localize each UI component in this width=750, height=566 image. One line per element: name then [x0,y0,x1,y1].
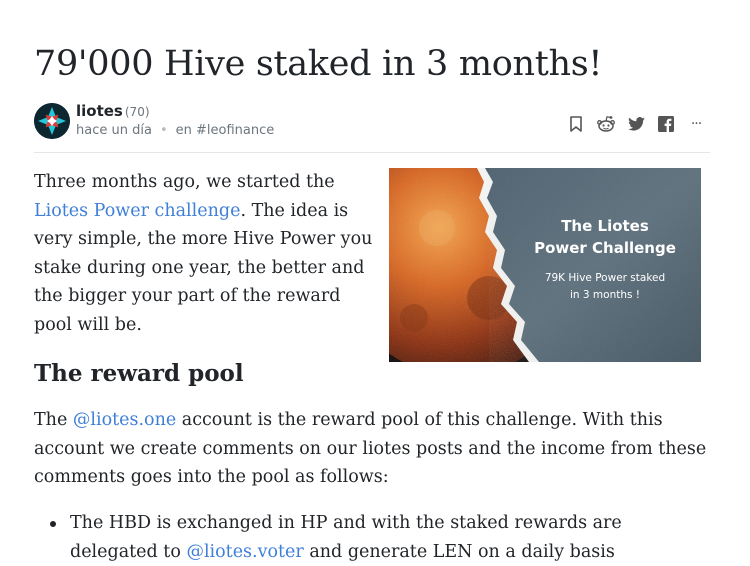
liotes-power-challenge-link[interactable]: Liotes Power challenge [34,201,240,221]
author-bar: liotes(70) hace un día • en #leofinance [34,101,710,149]
hero-image[interactable]: The Liotes Power Challenge 79K Hive Powe… [389,168,701,362]
hero-title-line1: The Liotes [561,217,649,235]
post-actions: ··· [566,113,706,135]
hero-title-line2: Power Challenge [534,239,676,257]
reward-pool-paragraph: The @liotes.one account is the reward po… [34,406,710,492]
meta-separator-icon: • [159,123,168,138]
reward-list: The HBD is exchanged in HP and with the … [34,509,710,566]
intro-text-a: Three months ago, we started the [34,172,335,192]
intro-paragraph: Three months ago, we started the Liotes … [34,168,374,339]
reward-text-a: The [34,410,73,430]
author-name[interactable]: liotes (70) [76,101,150,122]
more-icon[interactable]: ··· [686,114,706,134]
hero-subtitle-line1: 79K Hive Power staked [545,272,665,284]
list-item-text-b: and generate LEN on a daily basis [303,541,615,562]
author-reputation: (70) [124,105,150,119]
post-time[interactable]: hace un día [76,123,152,138]
community-prefix: en [175,123,192,138]
hero-subtitle-line2: in 3 months ! [570,289,640,301]
reddit-icon[interactable] [596,114,616,134]
liotes-one-link[interactable]: @liotes.one [73,410,176,430]
bookmark-icon[interactable] [566,114,586,134]
post-title: 79'000 Hive staked in 3 months! [34,44,603,84]
reward-pool-heading: The reward pool [34,360,244,387]
community-link[interactable]: #leofinance [196,123,274,138]
list-item: The HBD is exchanged in HP and with the … [34,509,710,566]
facebook-icon[interactable] [656,114,676,134]
post-meta: hace un día • en #leofinance [76,122,274,140]
header-divider [34,152,710,153]
author-link[interactable]: liotes [76,102,123,120]
twitter-icon[interactable] [626,114,646,134]
author-avatar[interactable] [34,103,70,139]
liotes-voter-link[interactable]: @liotes.voter [186,542,303,562]
